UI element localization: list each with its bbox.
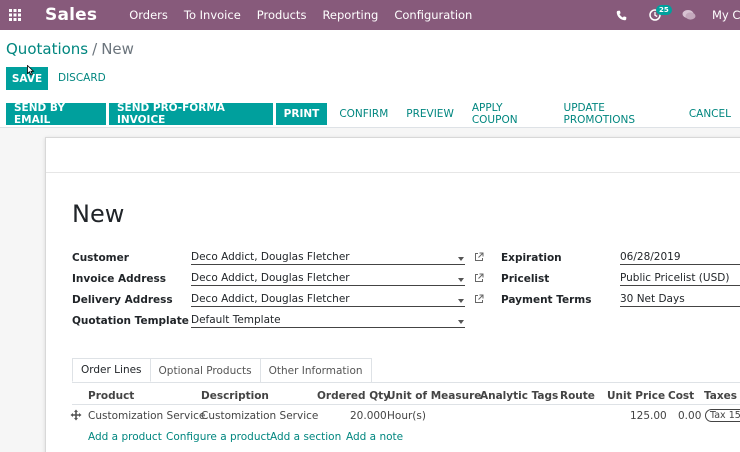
systray: 25 My Co [604,0,740,30]
activity-clock-icon[interactable]: 25 [638,0,672,30]
menu-item-products[interactable]: Products [257,8,307,22]
menu-item-to-invoice[interactable]: To Invoice [184,8,241,22]
quotation-template-label: Quotation Template [72,315,189,327]
delivery-address-external-link-icon[interactable] [474,294,484,304]
payment-terms-field[interactable]: 30 Net Days [620,293,740,307]
tab-order-lines[interactable]: Order Lines [72,358,151,382]
print-button[interactable]: PRINT [275,102,328,125]
top-navbar: Sales Orders To Invoice Products Reporti… [0,0,740,30]
app-brand[interactable]: Sales [45,5,97,25]
update-promotions-button[interactable]: UPDATE PROMOTIONS [564,102,671,126]
row-unit-of-measure[interactable]: Hour(s) [387,410,426,422]
tab-optional-products[interactable]: Optional Products [149,358,261,382]
row-tax-tag[interactable]: Tax 15.00% [705,409,740,422]
column-header-route[interactable]: Route [560,390,595,402]
send-pro-forma-invoice-button[interactable]: SEND PRO-FORMA INVOICE [108,102,273,126]
preview-button[interactable]: PREVIEW [406,108,454,120]
confirm-button[interactable]: CONFIRM [339,108,388,120]
menu-item-orders[interactable]: Orders [129,8,168,22]
column-header-product[interactable]: Product [88,390,134,402]
quotation-template-field[interactable]: Default Template [191,314,465,328]
invoice-address-dropdown-icon[interactable] [458,278,464,282]
column-header-unit-price[interactable]: Unit Price [607,390,665,402]
menu-item-configuration[interactable]: Configuration [394,8,472,22]
company-switcher[interactable]: My Co [712,8,740,22]
customer-external-link-icon[interactable] [474,252,484,262]
tabs-divider [72,382,740,383]
invoice-address-label: Invoice Address [72,273,166,285]
column-header-cost[interactable]: Cost [668,390,694,402]
row-ordered-qty[interactable]: 20.000 [350,410,387,422]
invoice-address-external-link-icon[interactable] [474,273,484,283]
apps-menu-icon[interactable] [0,0,30,30]
invoice-address-field[interactable]: Deco Addict, Douglas Fletcher [191,272,465,286]
delivery-address-label: Delivery Address [72,294,173,306]
customer-field[interactable]: Deco Addict, Douglas Fletcher [191,251,465,265]
discard-button[interactable]: DISCARD [58,72,106,84]
column-header-ordered-qty[interactable]: Ordered Qty [317,390,390,402]
header-row-divider [72,404,740,405]
apply-coupon-button[interactable]: APPLY COUPON [472,102,546,126]
main-menu: Orders To Invoice Products Reporting Con… [129,8,488,22]
configure-product-link[interactable]: Configure a product [166,431,270,443]
column-header-analytic-tags[interactable]: Analytic Tags [480,390,558,402]
pricelist-field[interactable]: Public Pricelist (USD) [620,272,740,286]
notebook-tabs: Order Lines Optional Products Other Info… [72,358,372,382]
sheet-header-divider [46,172,740,173]
form-sheet: New Customer Deco Addict, Douglas Fletch… [45,137,740,452]
add-note-link[interactable]: Add a note [346,431,403,443]
delivery-address-dropdown-icon[interactable] [458,299,464,303]
row-product[interactable]: Customization Service [88,410,205,422]
expiration-field[interactable]: 06/28/2019 [620,251,740,265]
cancel-button[interactable]: CANCEL [689,108,731,120]
activity-count-badge: 25 [656,5,672,15]
payment-terms-label: Payment Terms [501,294,592,306]
quotation-template-dropdown-icon[interactable] [458,320,464,324]
row-description[interactable]: Customization Service [201,410,318,422]
drag-handle-icon[interactable] [70,409,82,421]
send-by-email-button[interactable]: SEND BY EMAIL [6,102,106,126]
phone-icon[interactable] [604,0,638,30]
row-unit-price[interactable]: 125.00 [630,410,667,422]
quotation-title: New [72,200,125,228]
customer-dropdown-icon[interactable] [458,257,464,261]
expiration-label: Expiration [501,252,562,264]
add-section-link[interactable]: Add a section [270,431,341,443]
column-header-unit-of-measure[interactable]: Unit of Measure [387,390,481,402]
tab-other-information[interactable]: Other Information [259,358,372,382]
column-header-description[interactable]: Description [201,390,269,402]
add-product-link[interactable]: Add a product [88,431,162,443]
breadcrumb: Quotations / New [6,40,134,58]
customer-label: Customer [72,252,129,264]
form-statusbar: SEND BY EMAIL SEND PRO-FORMA INVOICE PRI… [0,100,740,128]
breadcrumb-current: New [101,40,134,58]
row-cost[interactable]: 0.00 [678,410,701,422]
chat-icon[interactable] [672,0,706,30]
pricelist-label: Pricelist [501,273,550,285]
breadcrumb-quotations-link[interactable]: Quotations [6,40,88,58]
breadcrumb-separator: / [92,40,98,58]
delivery-address-field[interactable]: Deco Addict, Douglas Fletcher [191,293,465,307]
menu-item-reporting[interactable]: Reporting [322,8,378,22]
mouse-cursor-icon [27,65,35,76]
column-header-taxes[interactable]: Taxes [704,390,737,402]
